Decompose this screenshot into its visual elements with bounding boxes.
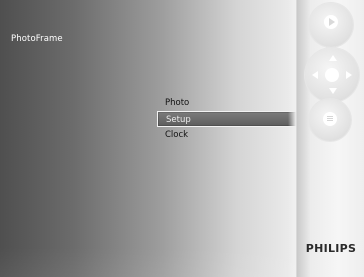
app-title: PhotoFrame [11, 34, 63, 44]
arrow-up-icon[interactable] [329, 55, 337, 61]
arrow-right-icon[interactable] [346, 71, 352, 79]
navigation-pad[interactable] [305, 48, 359, 102]
menu-item-setup[interactable]: Setup [157, 111, 296, 127]
menu-item-clock[interactable]: Clock [157, 127, 296, 143]
play-button[interactable] [309, 3, 353, 47]
arrow-left-icon[interactable] [312, 71, 318, 79]
brand-logo: PHILIPS [305, 242, 357, 255]
main-menu: Photo Setup Clock [157, 95, 296, 143]
menu-button[interactable] [309, 99, 351, 141]
menu-icon [323, 112, 337, 126]
arrow-down-icon[interactable] [329, 88, 337, 94]
menu-item-photo[interactable]: Photo [157, 95, 296, 111]
control-sidebar: PHILIPS [296, 0, 364, 277]
ok-center-icon[interactable] [325, 68, 339, 82]
play-icon [324, 15, 338, 29]
photoframe-screen: PhotoFrame Photo Setup Clock [0, 0, 296, 277]
screen-edge-highlight [288, 0, 296, 277]
